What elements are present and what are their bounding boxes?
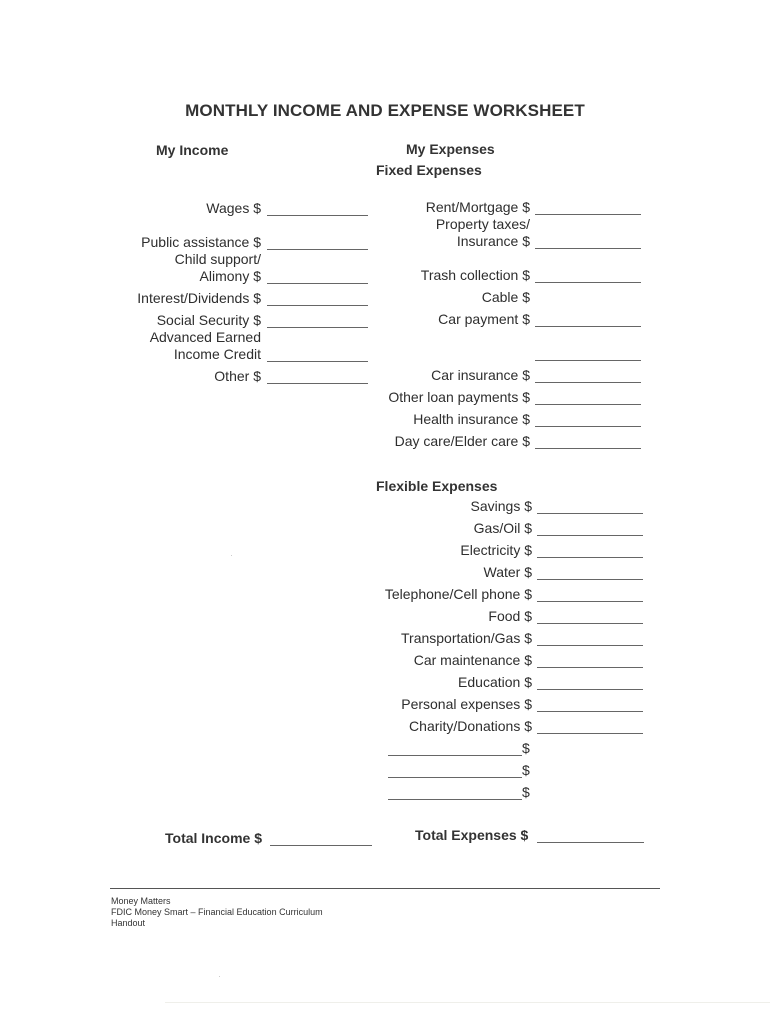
income-label-interest-dividends: Interest/Dividends $ xyxy=(137,290,261,306)
income-field-other[interactable] xyxy=(267,383,368,384)
flex-custom-label-field-2[interactable] xyxy=(388,777,522,778)
income-label-alimony: Alimony $ xyxy=(199,268,261,284)
flex-field-transportation-gas[interactable] xyxy=(537,645,643,646)
flex-field-food[interactable] xyxy=(537,623,643,624)
income-label-advanced-earned: Advanced Earned xyxy=(149,329,261,345)
income-field-advanced-earned-income-credit[interactable] xyxy=(267,361,368,362)
fixed-expenses-heading: Fixed Expenses xyxy=(376,162,482,178)
fixed-field-car-payment[interactable] xyxy=(535,326,641,327)
flexible-expenses-heading: Flexible Expenses xyxy=(376,478,498,494)
flex-label-education: Education $ xyxy=(458,674,532,690)
flex-field-savings[interactable] xyxy=(537,513,643,514)
flex-label-food: Food $ xyxy=(488,608,532,624)
income-field-wages[interactable] xyxy=(267,215,368,216)
income-field-interest-dividends[interactable] xyxy=(267,305,368,306)
flex-field-telephone-cell-phone[interactable] xyxy=(537,601,643,602)
income-heading: My Income xyxy=(156,142,229,158)
total-expenses-label: Total Expenses $ xyxy=(415,827,529,843)
fixed-field-health-insurance[interactable] xyxy=(535,426,641,427)
worksheet-title: MONTHLY INCOME AND EXPENSE WORKSHEET xyxy=(185,101,585,120)
income-field-social-security[interactable] xyxy=(267,327,368,328)
fixed-field-rent-mortgage[interactable] xyxy=(535,214,641,215)
income-label-income-credit: Income Credit xyxy=(173,346,261,362)
fixed-label-day-care-elder-care: Day care/Elder care $ xyxy=(394,433,530,449)
scan-speck xyxy=(219,976,220,977)
flex-field-charity-donations[interactable] xyxy=(537,733,643,734)
flex-custom-dollar-2: $ xyxy=(522,762,530,778)
flex-label-car-maintenance: Car maintenance $ xyxy=(413,652,532,668)
total-income-label: Total Income $ xyxy=(165,830,262,846)
fixed-label-rent-mortgage: Rent/Mortgage $ xyxy=(425,199,530,215)
flex-custom-dollar-3: $ xyxy=(522,784,530,800)
flex-label-charity-donations: Charity/Donations $ xyxy=(409,718,532,734)
footer-line-1: Money Matters xyxy=(111,896,171,906)
scan-edge xyxy=(165,1002,770,1003)
fixed-label-insurance: Insurance $ xyxy=(456,233,530,249)
flex-field-car-maintenance[interactable] xyxy=(537,667,643,668)
income-field-child-support-alimony[interactable] xyxy=(267,283,368,284)
fixed-field-trash-collection[interactable] xyxy=(535,282,641,283)
fixed-label-trash-collection: Trash collection $ xyxy=(420,267,530,283)
fixed-label-health-insurance: Health insurance $ xyxy=(413,411,530,427)
income-label-social-security: Social Security $ xyxy=(156,312,261,328)
fixed-label-other-loan-payments: Other loan payments $ xyxy=(388,389,530,405)
flex-label-water: Water $ xyxy=(483,564,533,580)
total-income-field[interactable] xyxy=(270,845,372,846)
fixed-field-day-care-elder-care[interactable] xyxy=(535,448,641,449)
flex-custom-label-field-3[interactable] xyxy=(388,799,522,800)
fixed-label-car-insurance: Car insurance $ xyxy=(431,367,530,383)
fixed-label-property-taxes: Property taxes/ xyxy=(435,216,530,232)
flex-field-water[interactable] xyxy=(537,579,643,580)
income-label-wages: Wages $ xyxy=(206,200,261,216)
expenses-heading: My Expenses xyxy=(406,141,495,157)
income-label-child-support: Child support/ xyxy=(174,251,261,267)
income-label-public-assistance: Public assistance $ xyxy=(141,234,261,250)
flex-label-transportation-gas: Transportation/Gas $ xyxy=(401,630,532,646)
fixed-label-cable: Cable $ xyxy=(481,289,530,305)
flex-label-electricity: Electricity $ xyxy=(460,542,532,558)
scan-speck xyxy=(231,555,232,556)
fixed-field-car-insurance[interactable] xyxy=(535,382,641,383)
income-field-public-assistance[interactable] xyxy=(267,249,368,250)
flex-label-gas-oil: Gas/Oil $ xyxy=(473,520,532,536)
total-expenses-field[interactable] xyxy=(537,842,644,843)
flex-label-personal-expenses: Personal expenses $ xyxy=(401,696,532,712)
flex-field-electricity[interactable] xyxy=(537,557,643,558)
fixed-field-unlabeled[interactable] xyxy=(535,360,641,361)
flex-field-personal-expenses[interactable] xyxy=(537,711,643,712)
fixed-field-other-loan-payments[interactable] xyxy=(535,404,641,405)
income-label-other: Other $ xyxy=(214,368,261,384)
flex-custom-label-field-1[interactable] xyxy=(388,755,522,756)
footer-line-3: Handout xyxy=(111,918,146,928)
footer-divider xyxy=(110,888,660,889)
flex-custom-dollar-1: $ xyxy=(522,740,530,756)
flex-label-telephone-cell-phone: Telephone/Cell phone $ xyxy=(384,586,532,602)
flex-field-education[interactable] xyxy=(537,689,643,690)
fixed-label-car-payment: Car payment $ xyxy=(438,311,530,327)
fixed-field-property-taxes-insurance[interactable] xyxy=(535,248,641,249)
flex-label-savings: Savings $ xyxy=(470,498,532,514)
flex-field-gas-oil[interactable] xyxy=(537,535,643,536)
footer-line-2: FDIC Money Smart – Financial Education C… xyxy=(111,907,323,917)
